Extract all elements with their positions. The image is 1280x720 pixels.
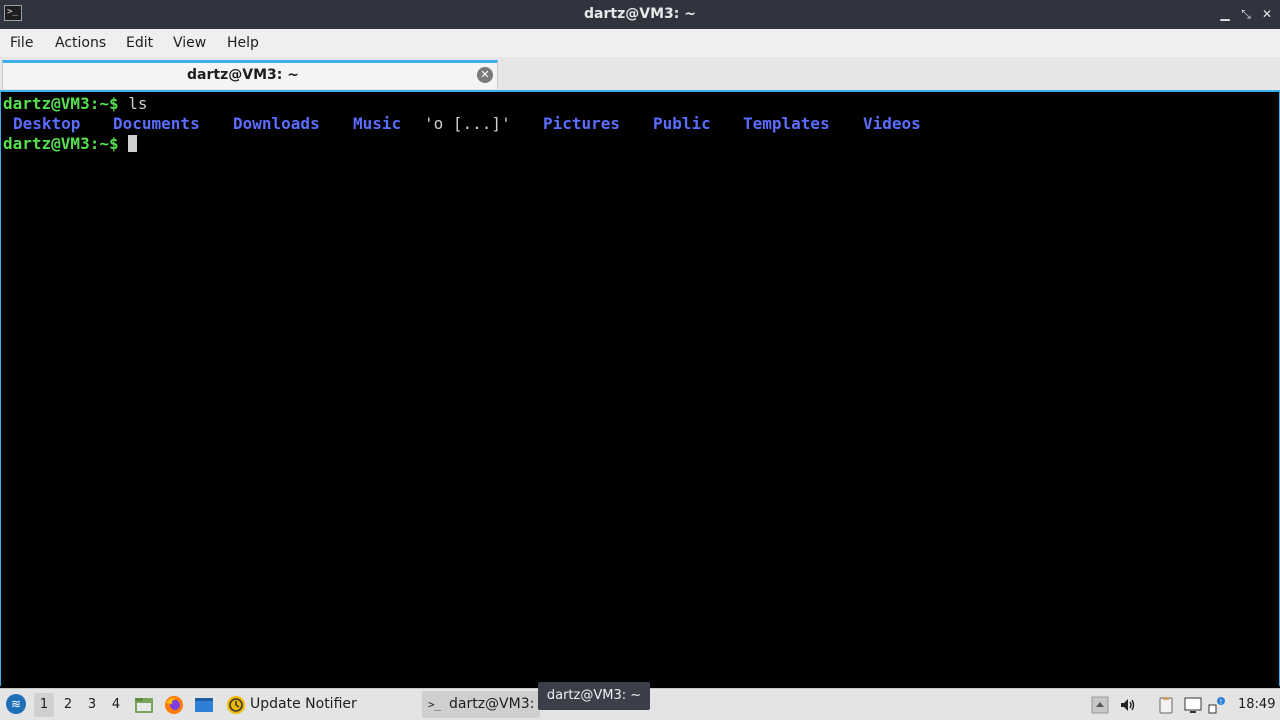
window-titlebar[interactable]: >_ dartz@VM3: ~ ▁ ⤡ ✕ [0,0,1280,29]
menu-edit[interactable]: Edit [126,29,153,57]
menu-file[interactable]: File [10,29,33,57]
tab-terminal[interactable]: dartz@VM3: ~ ✕ [2,60,498,89]
clipboard-icon[interactable] [1157,696,1175,714]
listing-entry: 'o [...]' [424,114,511,133]
terminal-line-1: dartz@VM3:~$ ls [3,94,148,114]
terminal-line-3: dartz@VM3:~$ [3,134,138,154]
task-terminal[interactable]: >_ dartz@VM3: ~ [422,691,540,718]
prompt: dartz@VM3:~$ [3,134,119,153]
terminal-icon: >_ [428,698,442,711]
screen-icon[interactable] [1184,696,1202,714]
close-window-icon[interactable]: ✕ [1258,5,1276,23]
network-icon[interactable]: ! [1208,696,1226,714]
workspace-1[interactable]: 1 [34,693,54,717]
desktop-screen: >_ dartz@VM3: ~ ▁ ⤡ ✕ File Actions Edit … [0,0,1280,720]
menu-actions[interactable]: Actions [55,29,106,57]
menu-help[interactable]: Help [227,29,259,57]
terminal-view[interactable]: dartz@VM3:~$ ls Desktop Documents Downlo… [0,90,1280,686]
window-title: dartz@VM3: ~ [584,6,696,22]
command-text: ls [118,94,148,113]
tray-expand-icon[interactable] [1091,696,1109,714]
restore-icon[interactable]: ⤡ [1237,5,1255,23]
listing-entry: Documents [113,114,200,133]
listing-entry: Downloads [233,114,320,133]
listing-entry: Videos [863,114,921,133]
menu-bar: File Actions Edit View Help [0,29,1280,57]
task-update-notifier[interactable]: Update Notifier [222,691,418,718]
task-tooltip: dartz@VM3: ~ [538,682,650,710]
firefox-icon[interactable] [164,695,184,715]
file-manager-icon[interactable] [134,695,154,715]
listing-entry: Desktop [13,114,81,133]
update-notifier-icon [227,696,245,714]
text-cursor [128,135,138,152]
volume-icon[interactable] [1119,696,1137,714]
show-desktop-icon[interactable] [194,695,214,715]
task-label: dartz@VM3: ~ [449,696,540,712]
tab-bar: dartz@VM3: ~ ✕ [0,57,1280,90]
listing-entry: Templates [743,114,830,133]
ls-output: Desktop Documents Downloads Music 'o [..… [3,114,1273,134]
task-label: Update Notifier [250,696,357,712]
workspace-4[interactable]: 4 [106,693,126,717]
close-icon[interactable]: ✕ [477,67,493,83]
listing-entry: Pictures [543,114,621,133]
prompt: dartz@VM3:~$ [3,94,119,113]
workspace-3[interactable]: 3 [82,693,102,717]
minimize-icon[interactable]: ▁ [1216,5,1234,23]
clock[interactable]: 18:49 [1238,689,1275,720]
listing-entry: Public [653,114,711,133]
tab-label: dartz@VM3: ~ [187,67,299,83]
workspace-2[interactable]: 2 [58,693,78,717]
menu-view[interactable]: View [173,29,206,57]
start-menu-icon[interactable]: ≋ [6,694,26,714]
svg-text:!: ! [1220,698,1223,706]
listing-entry: Music [353,114,402,133]
